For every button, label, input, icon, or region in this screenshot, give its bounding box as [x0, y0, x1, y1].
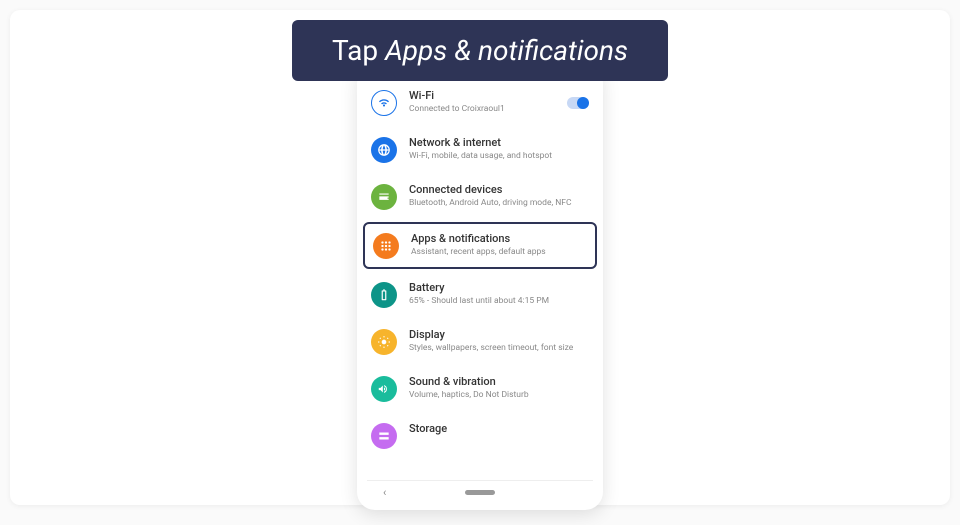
sound-title: Sound & vibration — [409, 375, 589, 388]
wifi-title: Wi-Fi — [409, 89, 555, 102]
apps-title: Apps & notifications — [411, 232, 587, 245]
navigation-bar: ‹ — [367, 480, 593, 504]
settings-item-network[interactable]: Network & internet Wi-Fi, mobile, data u… — [357, 126, 603, 173]
settings-item-battery[interactable]: Battery 65% - Should last until about 4:… — [357, 271, 603, 318]
devices-icon — [371, 184, 397, 210]
settings-list: Wi-Fi Connected to Croixraoul1 Network &… — [357, 79, 603, 449]
volume-icon — [371, 376, 397, 402]
wifi-toggle[interactable] — [567, 97, 589, 109]
display-title: Display — [409, 328, 589, 341]
battery-title: Battery — [409, 281, 589, 294]
instruction-banner: Tap Apps & notifications — [292, 20, 668, 81]
display-text: Display Styles, wallpapers, screen timeo… — [409, 328, 589, 354]
settings-item-apps-notifications[interactable]: Apps & notifications Assistant, recent a… — [363, 222, 597, 269]
home-pill[interactable] — [465, 490, 495, 495]
storage-icon — [371, 423, 397, 449]
storage-text: Storage — [409, 422, 589, 435]
instruction-prefix: Tap — [332, 34, 385, 67]
apps-subtitle: Assistant, recent apps, default apps — [411, 247, 587, 258]
settings-item-storage[interactable]: Storage — [357, 412, 603, 449]
settings-item-display[interactable]: Display Styles, wallpapers, screen timeo… — [357, 318, 603, 365]
globe-icon — [371, 137, 397, 163]
wifi-text: Wi-Fi Connected to Croixraoul1 — [409, 89, 555, 115]
battery-icon — [371, 282, 397, 308]
sound-subtitle: Volume, haptics, Do Not Disturb — [409, 390, 589, 401]
instruction-emphasis: Apps & notifications — [385, 34, 628, 67]
network-text: Network & internet Wi-Fi, mobile, data u… — [409, 136, 589, 162]
apps-text: Apps & notifications Assistant, recent a… — [411, 232, 587, 258]
connected-subtitle: Bluetooth, Android Auto, driving mode, N… — [409, 198, 589, 209]
back-button[interactable]: ‹ — [383, 486, 386, 499]
wifi-subtitle: Connected to Croixraoul1 — [409, 104, 555, 115]
battery-text: Battery 65% - Should last until about 4:… — [409, 281, 589, 307]
sound-text: Sound & vibration Volume, haptics, Do No… — [409, 375, 589, 401]
network-subtitle: Wi-Fi, mobile, data usage, and hotspot — [409, 151, 589, 162]
settings-item-wifi[interactable]: Wi-Fi Connected to Croixraoul1 — [357, 79, 603, 126]
settings-item-sound[interactable]: Sound & vibration Volume, haptics, Do No… — [357, 365, 603, 412]
brightness-icon — [371, 329, 397, 355]
network-title: Network & internet — [409, 136, 589, 149]
wifi-icon — [371, 90, 397, 116]
settings-item-connected-devices[interactable]: Connected devices Bluetooth, Android Aut… — [357, 173, 603, 220]
display-subtitle: Styles, wallpapers, screen timeout, font… — [409, 343, 589, 354]
connected-title: Connected devices — [409, 183, 589, 196]
screenshot-card: Tap Apps & notifications Wi-Fi Connected… — [10, 10, 950, 505]
battery-subtitle: 65% - Should last until about 4:15 PM — [409, 296, 589, 307]
storage-title: Storage — [409, 422, 589, 435]
connected-text: Connected devices Bluetooth, Android Aut… — [409, 183, 589, 209]
phone-frame: Wi-Fi Connected to Croixraoul1 Network &… — [357, 65, 603, 510]
apps-grid-icon — [373, 233, 399, 259]
